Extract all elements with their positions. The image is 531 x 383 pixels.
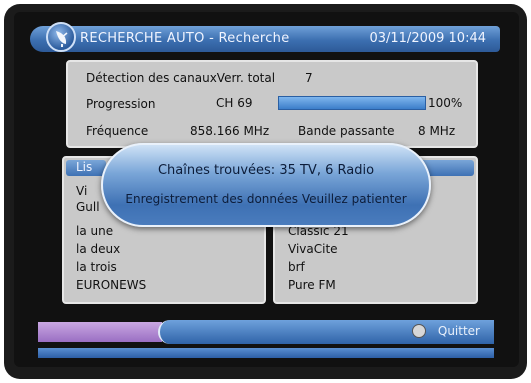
page-title: RECHERCHE AUTO - Recherche bbox=[80, 31, 290, 46]
frequency-label: Fréquence bbox=[86, 124, 149, 138]
list-item[interactable]: brf bbox=[288, 260, 305, 274]
frequency-value: 858.166 MHz bbox=[190, 124, 270, 138]
saving-data-text: Enregistrement des données Veuillez pati… bbox=[125, 192, 407, 206]
list-item[interactable]: EURONEWS bbox=[76, 278, 146, 292]
progress-fill bbox=[279, 97, 425, 109]
scan-result-popup: Chaînes trouvées: 35 TV, 6 Radio Enregis… bbox=[101, 143, 431, 227]
progress-channel: CH 69 bbox=[216, 96, 253, 110]
progress-bar bbox=[278, 96, 426, 110]
progress-label: Progression bbox=[86, 97, 156, 111]
bandwidth-label: Bande passante bbox=[298, 124, 395, 138]
footer-bottom-bar bbox=[38, 348, 494, 358]
tv-list-header-label: Lis bbox=[76, 160, 93, 174]
detect-label: Détection des canauxVerr. total bbox=[86, 71, 276, 85]
channels-found-text: Chaînes trouvées: 35 TV, 6 Radio bbox=[157, 163, 375, 178]
satellite-dish-icon bbox=[46, 22, 76, 52]
list-item[interactable]: Pure FM bbox=[288, 278, 336, 292]
list-item[interactable]: VivaCite bbox=[288, 242, 338, 256]
list-item[interactable]: la une bbox=[76, 224, 113, 238]
list-item[interactable]: la deux bbox=[76, 242, 120, 256]
detect-value: 7 bbox=[305, 71, 313, 85]
footer-left-bar bbox=[38, 322, 162, 342]
title-bar: RECHERCHE AUTO - Recherche 03/11/2009 10… bbox=[30, 26, 500, 52]
exit-button-icon bbox=[412, 324, 426, 338]
list-item[interactable]: Gull bbox=[76, 200, 100, 214]
list-item[interactable]: la trois bbox=[76, 260, 117, 274]
datetime: 03/11/2009 10:44 bbox=[369, 31, 486, 46]
list-item[interactable]: Vi bbox=[76, 184, 87, 198]
footer-bar: Quitter bbox=[158, 320, 494, 344]
bandwidth-value: 8 MHz bbox=[418, 124, 456, 138]
progress-percent: 100% bbox=[428, 96, 463, 110]
quit-button[interactable]: Quitter bbox=[438, 324, 480, 338]
